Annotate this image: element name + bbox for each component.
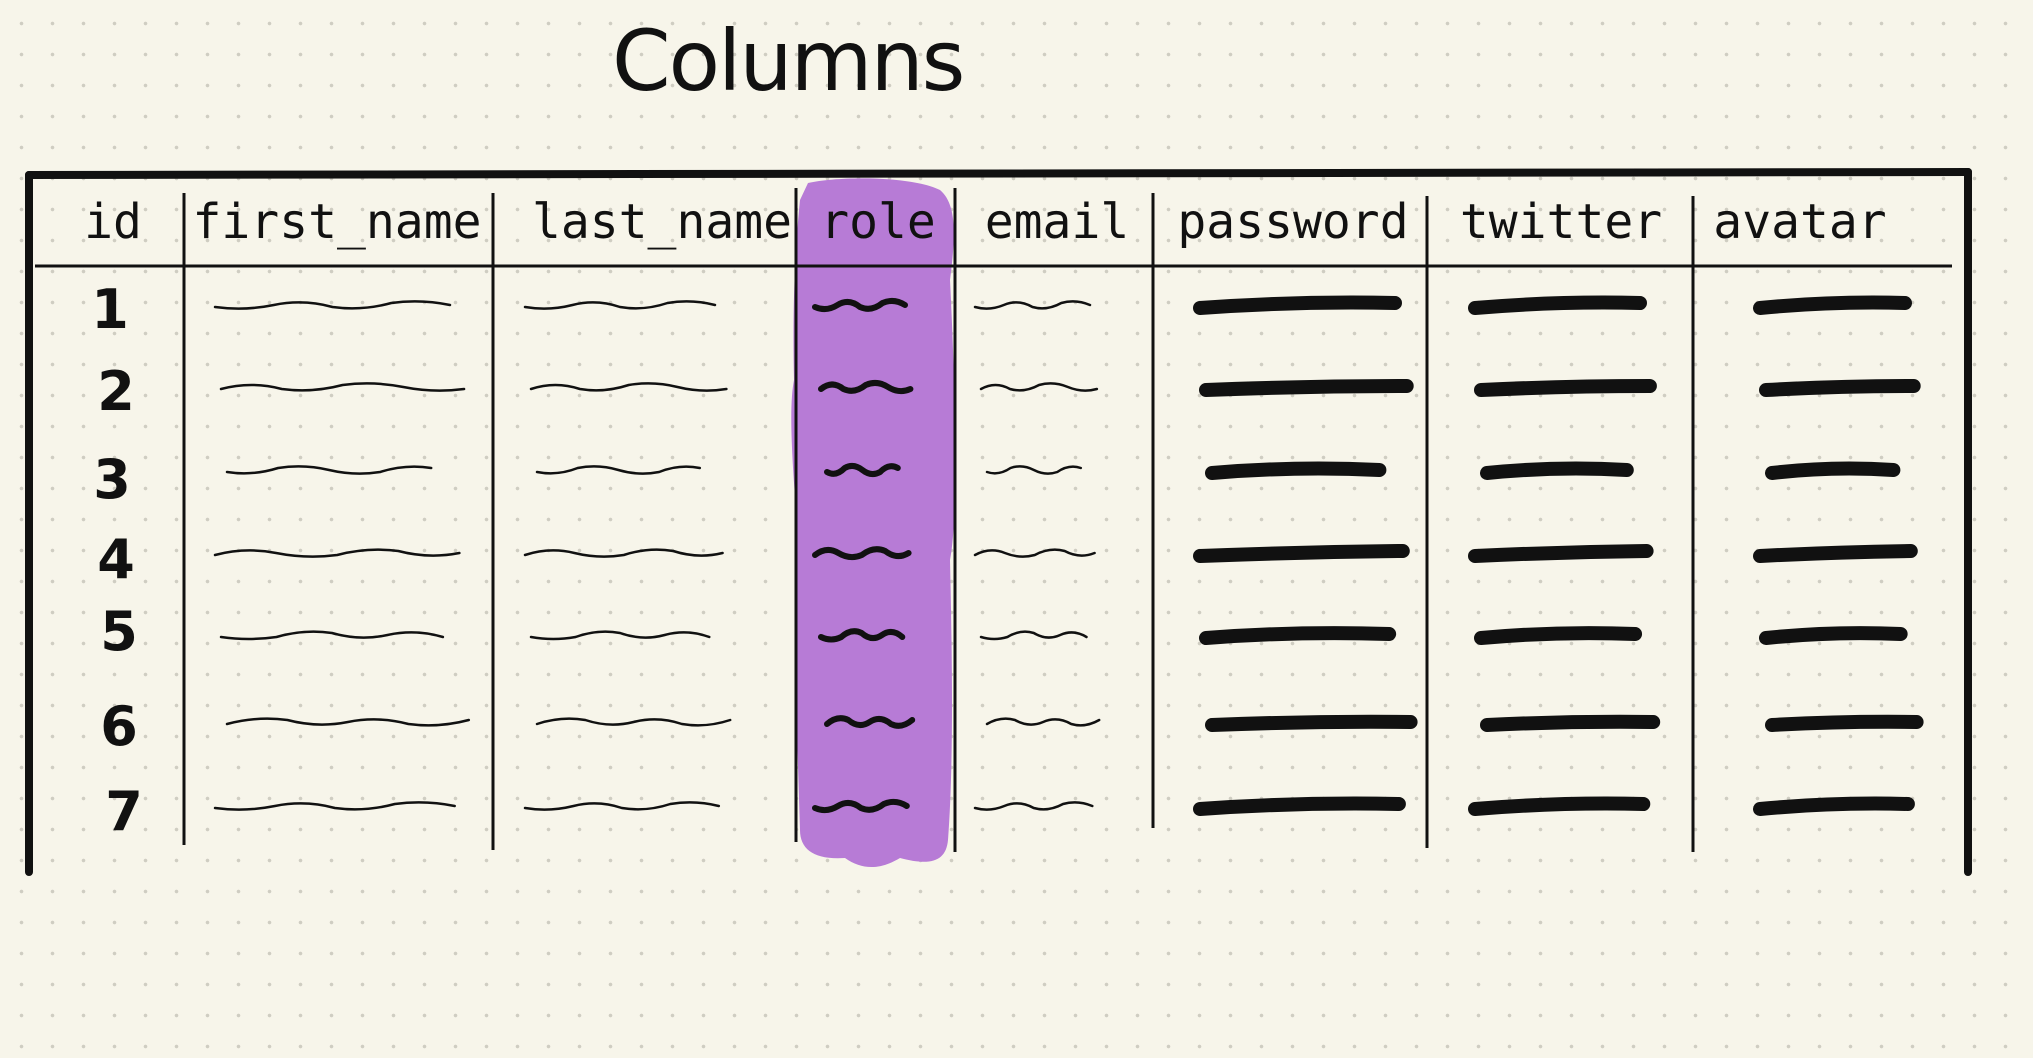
cell-scribble bbox=[1753, 544, 1918, 563]
cell-scribble bbox=[1468, 544, 1654, 563]
cell-scribble bbox=[1205, 461, 1387, 480]
cell-scribble bbox=[213, 548, 461, 558]
row-id: 3 bbox=[93, 448, 131, 511]
cell-scribble bbox=[1765, 714, 1924, 732]
cell-scribble bbox=[973, 300, 1092, 310]
cell-scribble bbox=[1199, 379, 1414, 397]
cell-scribble bbox=[1759, 626, 1908, 645]
column-header-avatar: avatar bbox=[1713, 194, 1886, 250]
column-header-last-name: last_name bbox=[532, 194, 792, 250]
cell-scribble bbox=[535, 717, 732, 727]
cell-scribble bbox=[535, 465, 702, 475]
cell-scribble bbox=[979, 630, 1088, 641]
cell-scribble bbox=[1753, 796, 1915, 816]
column-header-id: id bbox=[84, 194, 142, 250]
cell-scribble bbox=[973, 801, 1094, 811]
cell-scribble bbox=[529, 630, 711, 641]
row-id: 2 bbox=[97, 360, 135, 423]
cell-scribble bbox=[219, 630, 445, 641]
column-header-role: role bbox=[820, 194, 936, 250]
cell-scribble bbox=[523, 548, 724, 558]
table-top-border bbox=[25, 168, 1972, 179]
cell-scribble bbox=[529, 382, 728, 392]
cell-scribble bbox=[225, 465, 433, 475]
column-header-email: email bbox=[985, 194, 1130, 250]
cell-scribble bbox=[1205, 714, 1418, 732]
cell-scribble bbox=[1753, 295, 1912, 315]
cell-scribble bbox=[985, 717, 1101, 727]
cell-scribble bbox=[523, 300, 717, 310]
cell-scribble bbox=[1193, 796, 1406, 816]
cell-scribble bbox=[1193, 295, 1402, 315]
cell-scribble bbox=[973, 548, 1096, 558]
cell-scribble bbox=[213, 801, 456, 811]
role-column-highlight bbox=[791, 178, 956, 867]
cell-scribble bbox=[1468, 796, 1651, 816]
cell-scribble bbox=[1474, 626, 1643, 645]
cell-scribble bbox=[1480, 714, 1661, 732]
row-id: 4 bbox=[97, 528, 135, 591]
cell-scribble bbox=[1759, 379, 1921, 397]
users-table: id first_name last_name role email passw… bbox=[25, 168, 1972, 876]
cell-scribble bbox=[225, 717, 471, 727]
cell-scribble bbox=[523, 801, 721, 811]
column-header-twitter: twitter bbox=[1460, 194, 1662, 250]
column-header-first-name: first_name bbox=[193, 194, 482, 250]
cell-scribble bbox=[1480, 461, 1634, 480]
row-ids: 1 2 3 4 5 6 7 bbox=[91, 278, 143, 843]
table-cells bbox=[213, 295, 1924, 816]
row-id: 1 bbox=[91, 278, 129, 341]
cell-scribble bbox=[219, 382, 466, 392]
cell-scribble bbox=[1474, 379, 1657, 397]
cell-scribble bbox=[213, 300, 452, 310]
cell-scribble bbox=[1193, 544, 1410, 563]
cell-scribble bbox=[1199, 626, 1397, 645]
cell-scribble bbox=[985, 465, 1083, 475]
header-row: id first_name last_name role email passw… bbox=[84, 194, 1887, 250]
row-id: 6 bbox=[100, 695, 138, 758]
column-header-password: password bbox=[1177, 194, 1408, 250]
cell-scribble bbox=[1468, 295, 1647, 315]
cell-scribble bbox=[1765, 461, 1901, 480]
row-id: 5 bbox=[100, 600, 138, 663]
row-id: 7 bbox=[105, 780, 143, 843]
cell-scribble bbox=[979, 382, 1099, 392]
